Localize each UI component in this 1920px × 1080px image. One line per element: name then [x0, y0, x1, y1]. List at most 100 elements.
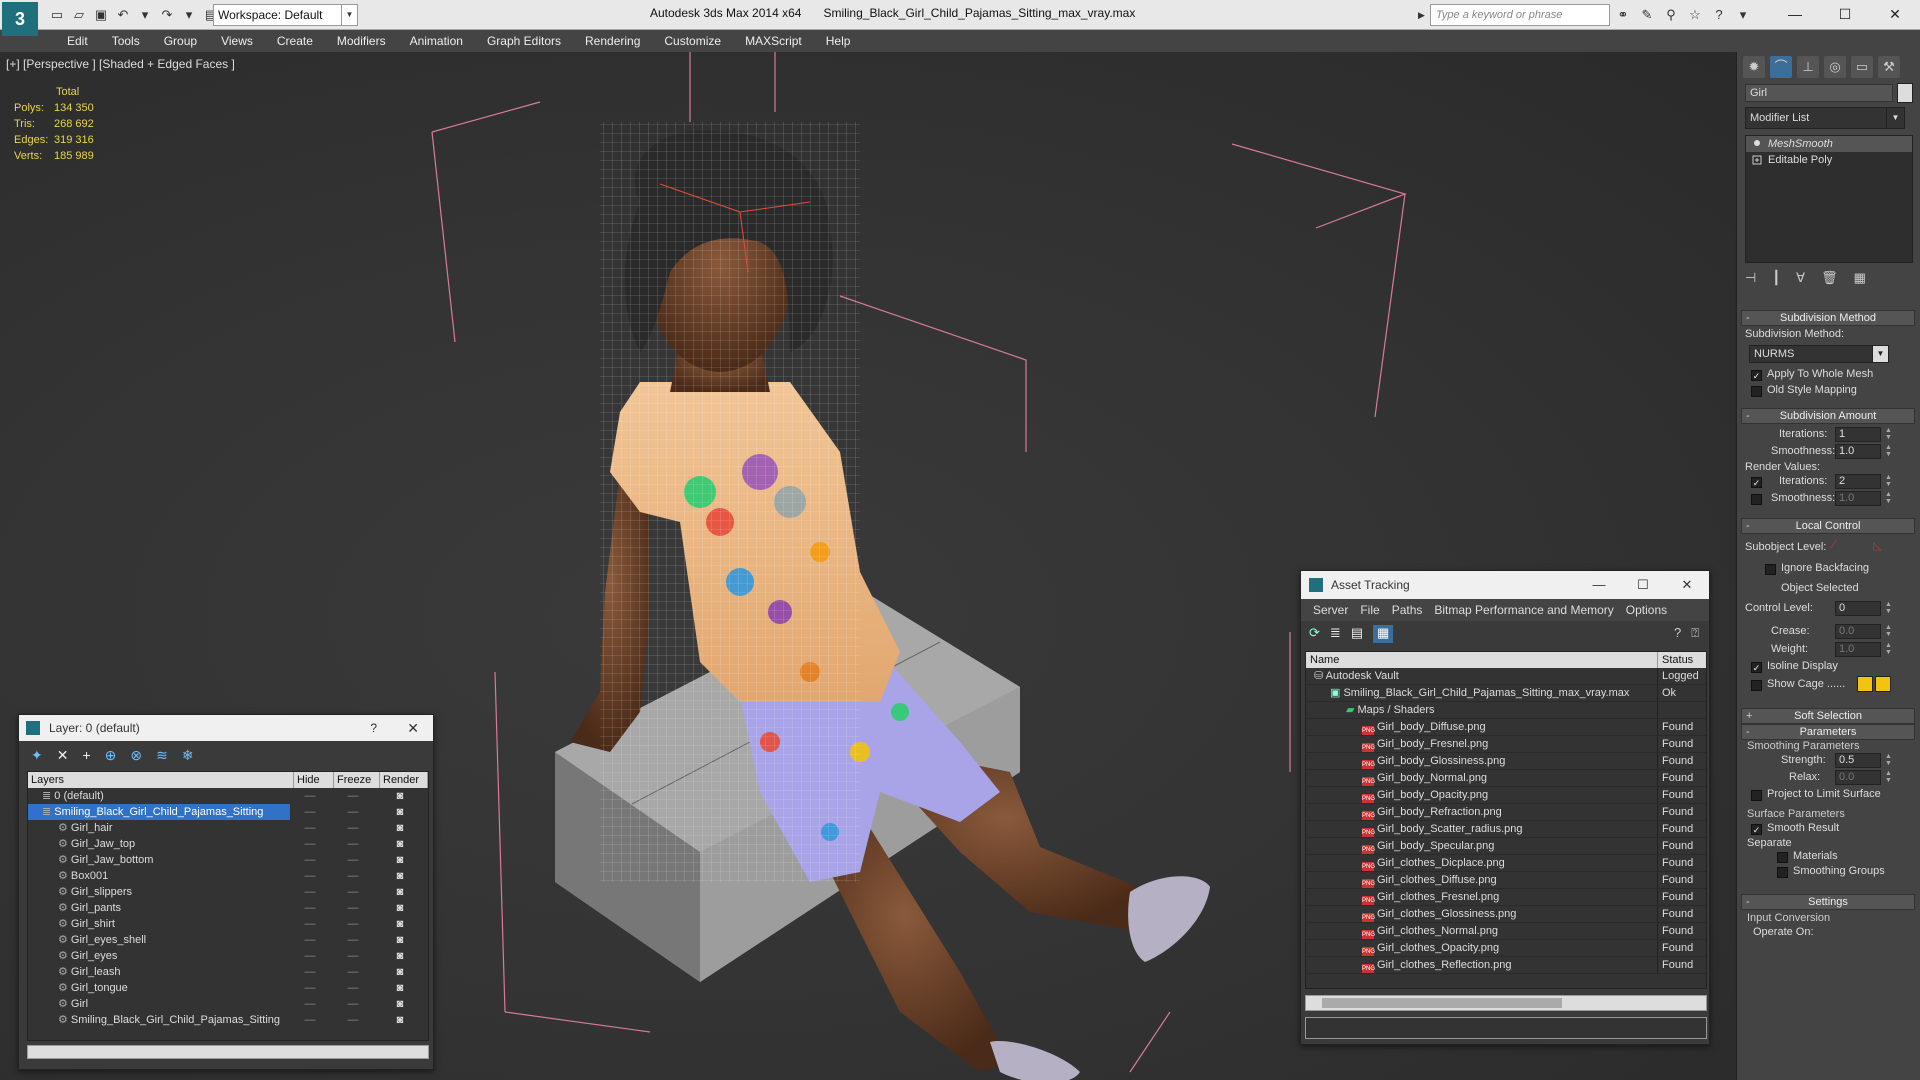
utilities-tab-icon[interactable]: ⚒	[1878, 56, 1900, 78]
layer-row[interactable]: ⚙ Girl_eyes — — ◙	[28, 948, 428, 964]
asset-row[interactable]: PNG Girl_clothes_Opacity.png Found	[1306, 940, 1706, 957]
remove-modifier-icon[interactable]: 🗑	[1821, 270, 1838, 286]
app-menu-button[interactable]: 3	[2, 2, 38, 36]
asset-tracking-titlebar[interactable]: Asset Tracking — ☐ ✕	[1301, 571, 1709, 599]
object-color-swatch[interactable]	[1897, 83, 1913, 103]
smooth-result-checkbox[interactable]: ✓	[1751, 824, 1762, 835]
iterations-spinner[interactable]: 1	[1835, 427, 1881, 442]
menu-item-customize[interactable]: Customize	[652, 30, 733, 52]
whats-this-icon[interactable]: ⍰	[1691, 625, 1699, 641]
layer-hide-toggle[interactable]: —	[290, 884, 330, 900]
layer-render-toggle[interactable]: ◙	[376, 980, 424, 996]
show-end-result-icon[interactable]: ┃	[1772, 270, 1780, 286]
close-icon[interactable]: ✕	[407, 715, 419, 741]
layer-row[interactable]: ⚙ Smiling_Black_Girl_Child_Pajamas_Sitti…	[28, 1012, 428, 1028]
layer-render-toggle[interactable]: ◙	[376, 900, 424, 916]
rollout-parameters[interactable]: - Parameters	[1741, 724, 1915, 740]
make-unique-icon[interactable]: ∀	[1796, 270, 1805, 286]
table-view-icon[interactable]: ▦	[1373, 625, 1394, 643]
layer-freeze-toggle[interactable]: —	[330, 1012, 376, 1028]
render-smoothness-spinner[interactable]: 1.0	[1835, 491, 1881, 506]
layer-render-toggle[interactable]: ◙	[376, 996, 424, 1012]
menu-item-create[interactable]: Create	[265, 30, 325, 52]
menu-item-views[interactable]: Views	[209, 30, 265, 52]
help-icon[interactable]: ?	[1710, 6, 1728, 24]
close-icon[interactable]: ✕	[1870, 0, 1920, 28]
stack-item-meshsmooth[interactable]: MeshSmooth	[1746, 136, 1912, 152]
new-file-icon[interactable]: ▭	[48, 6, 66, 24]
lightbulb-icon[interactable]	[1752, 139, 1762, 149]
menu-item-help[interactable]: Help	[814, 30, 863, 52]
layer-freeze-toggle[interactable]: —	[330, 836, 376, 852]
ignore-backfacing-checkbox[interactable]	[1765, 564, 1776, 575]
layer-render-toggle[interactable]: ◙	[376, 948, 424, 964]
vertex-subobject-icon[interactable]: ⁄	[1833, 539, 1835, 551]
asset-horizontal-scrollbar[interactable]	[1305, 995, 1707, 1011]
layer-hide-toggle[interactable]: —	[290, 868, 330, 884]
materials-checkbox[interactable]	[1777, 852, 1788, 863]
asset-row[interactable]: PNG Girl_body_Specular.png Found	[1306, 838, 1706, 855]
layer-freeze-toggle[interactable]: —	[330, 996, 376, 1012]
thumbnail-view-icon[interactable]: ▤	[1351, 625, 1363, 643]
spinner-arrows-icon[interactable]: ▲ ▼	[1885, 753, 1893, 768]
layer-render-toggle[interactable]: ◙	[376, 1012, 424, 1028]
asset-menu-paths[interactable]: Paths	[1386, 599, 1429, 621]
cage-color-swatch-2[interactable]	[1875, 676, 1891, 692]
menu-item-group[interactable]: Group	[152, 30, 209, 52]
add-to-layer-icon[interactable]: +	[82, 747, 90, 763]
layer-freeze-toggle[interactable]: —	[330, 804, 376, 820]
menu-item-graph-editors[interactable]: Graph Editors	[475, 30, 573, 52]
help-icon[interactable]: ?	[370, 715, 377, 741]
object-name-input[interactable]: Girl	[1745, 84, 1893, 102]
spinner-arrows-icon[interactable]: ▲ ▼	[1885, 601, 1893, 616]
layer-row[interactable]: ⚙ Girl_Jaw_top — — ◙	[28, 836, 428, 852]
redo-icon[interactable]: ↷	[158, 6, 176, 24]
help-dropdown-icon[interactable]: ▾	[1734, 6, 1752, 24]
layer-freeze-toggle[interactable]: —	[330, 900, 376, 916]
layer-hide-toggle[interactable]: —	[290, 980, 330, 996]
save-file-icon[interactable]: ▣	[92, 6, 110, 24]
layer-row[interactable]: ⚙ Girl_hair — — ◙	[28, 820, 428, 836]
smoothness-spinner[interactable]: 1.0	[1835, 444, 1881, 459]
layer-freeze-toggle[interactable]: —	[330, 932, 376, 948]
layer-row[interactable]: ⚙ Girl_Jaw_bottom — — ◙	[28, 852, 428, 868]
strength-spinner[interactable]: 0.5	[1835, 753, 1881, 768]
asset-row[interactable]: PNG Girl_body_Scatter_radius.png Found	[1306, 821, 1706, 838]
maximize-icon[interactable]: ☐	[1621, 571, 1665, 599]
layer-row[interactable]: ⚙ Girl_tongue — — ◙	[28, 980, 428, 996]
viewport-label[interactable]: [+] [Perspective ] [Shaded + Edged Faces…	[6, 57, 235, 71]
modifier-list-dropdown[interactable]: Modifier List ▼	[1745, 107, 1905, 129]
layer-render-toggle[interactable]: ◙	[376, 916, 424, 932]
cage-color-swatch-1[interactable]	[1857, 676, 1873, 692]
hierarchy-tab-icon[interactable]: ⊥	[1797, 56, 1819, 78]
column-name[interactable]: Name	[1306, 652, 1658, 668]
render-iterations-checkbox[interactable]: ✓	[1751, 477, 1762, 488]
open-file-icon[interactable]: ▱	[70, 6, 88, 24]
asset-row[interactable]: PNG Girl_clothes_Glossiness.png Found	[1306, 906, 1706, 923]
layer-row[interactable]: ⚙ Girl_pants — — ◙	[28, 900, 428, 916]
asset-row[interactable]: PNG Girl_clothes_Normal.png Found	[1306, 923, 1706, 940]
layer-hide-toggle[interactable]: —	[290, 804, 330, 820]
layer-freeze-toggle[interactable]: —	[330, 884, 376, 900]
refresh-icon[interactable]: ⟳	[1309, 625, 1320, 643]
minimize-icon[interactable]: —	[1577, 571, 1621, 599]
layer-hide-toggle[interactable]: —	[290, 964, 330, 980]
layer-hide-toggle[interactable]: —	[290, 932, 330, 948]
layer-render-toggle[interactable]: ◙	[376, 932, 424, 948]
menu-item-edit[interactable]: Edit	[55, 30, 100, 52]
redo-dropdown-icon[interactable]: ▾	[180, 6, 198, 24]
layer-freeze-toggle[interactable]: —	[330, 788, 376, 804]
layer-hide-toggle[interactable]: —	[290, 996, 330, 1012]
spinner-arrows-icon[interactable]: ▲ ▼	[1885, 444, 1893, 459]
asset-row[interactable]: PNG Girl_body_Normal.png Found	[1306, 770, 1706, 787]
layer-freeze-toggle[interactable]: —	[330, 916, 376, 932]
display-tab-icon[interactable]: ▭	[1851, 56, 1873, 78]
rollout-local-control[interactable]: - Local Control	[1741, 518, 1915, 534]
edge-subobject-icon[interactable]: ◺	[1873, 539, 1881, 552]
weight-spinner[interactable]: 1.0	[1835, 642, 1881, 657]
column-render[interactable]: Render	[380, 772, 428, 788]
asset-menu-bitmap-performance-and-memory[interactable]: Bitmap Performance and Memory	[1428, 599, 1619, 621]
layer-hide-toggle[interactable]: —	[290, 836, 330, 852]
column-freeze[interactable]: Freeze	[334, 772, 380, 788]
layer-row[interactable]: ⚙ Girl — — ◙	[28, 996, 428, 1012]
